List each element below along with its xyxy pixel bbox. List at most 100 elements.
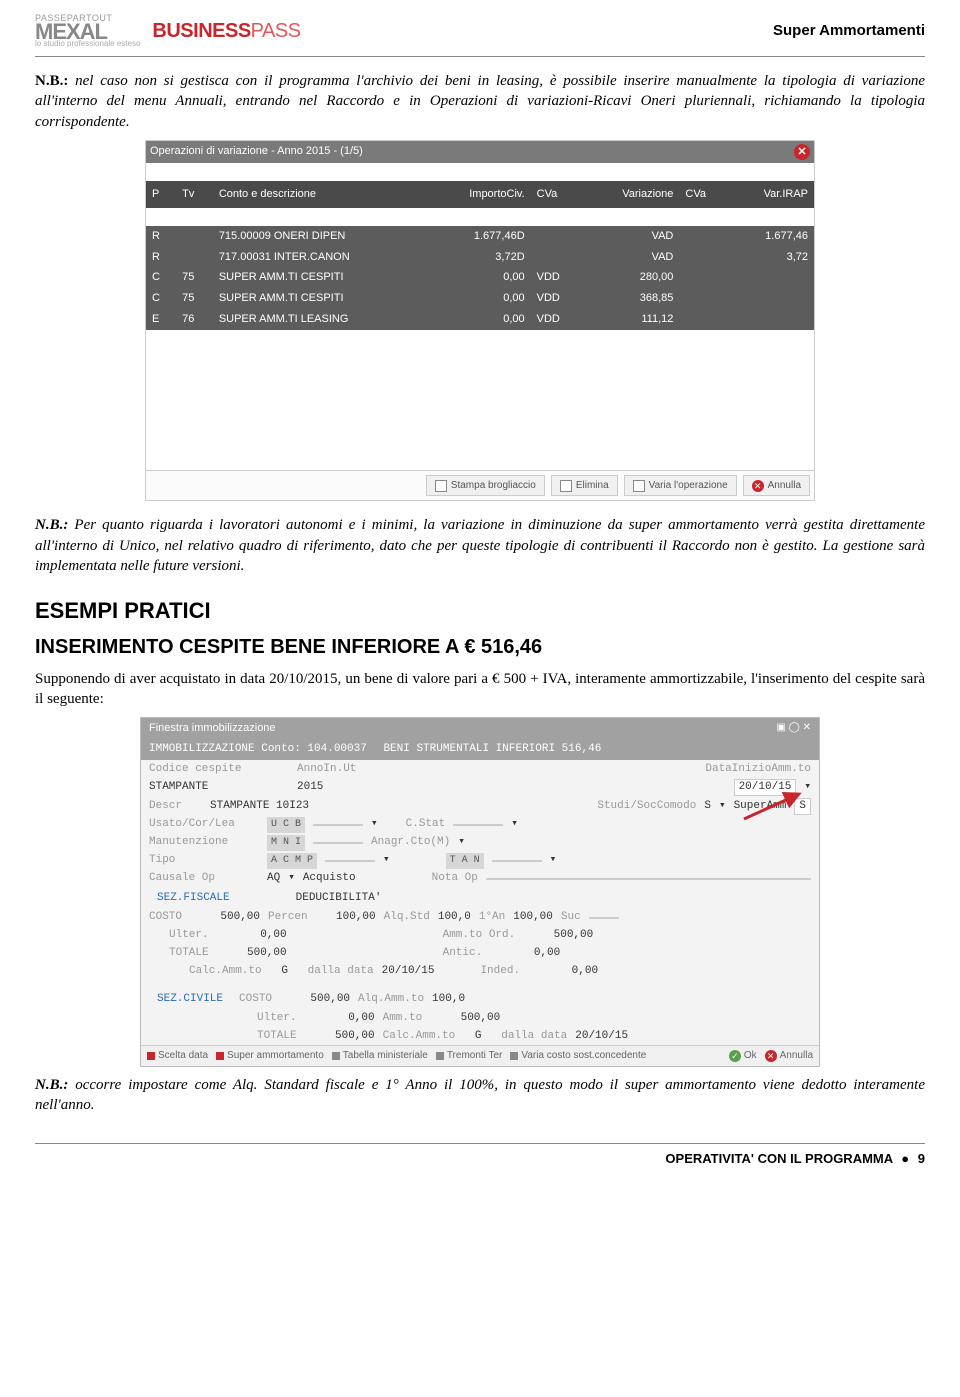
- annulla-button[interactable]: ✕Annulla: [743, 475, 810, 497]
- table-row[interactable]: E76SUPER AMM.TI LEASING0,00VDD111,12: [146, 309, 814, 330]
- val-ulter-civ[interactable]: 0,00: [305, 1011, 375, 1026]
- val-alqstd[interactable]: 100,0: [438, 910, 471, 925]
- input-cstat[interactable]: [453, 824, 503, 826]
- scelta-data-button[interactable]: Scelta data: [147, 1049, 208, 1063]
- val-ammto[interactable]: 500,00: [430, 1011, 500, 1026]
- logo-bp-part2: PASS: [251, 20, 301, 42]
- lbl-calc-civ: Calc.Amm.to: [383, 1029, 456, 1044]
- ss2-header-left: IMMOBILIZZAZIONE Conto: 104.00037: [149, 743, 367, 755]
- val-totale-civ: 500,00: [305, 1029, 375, 1044]
- page-footer: OPERATIVITA' CON IL PROGRAMMA ● 9: [35, 1143, 925, 1168]
- nb2-label: N.B.:: [35, 517, 68, 533]
- val-studi-code[interactable]: S: [704, 799, 711, 814]
- annulla-button[interactable]: ✕Annulla: [765, 1049, 813, 1063]
- heading-esempi: ESEMPI PRATICI: [35, 596, 925, 626]
- lbl-antic: Antic.: [443, 946, 483, 961]
- close-icon[interactable]: ✕: [794, 144, 810, 160]
- lbl-primo: 1°An: [479, 910, 505, 925]
- val-totale: 500,00: [217, 946, 287, 961]
- col-cva: CVa: [531, 181, 584, 208]
- lbl-percen: Percen: [268, 910, 308, 925]
- lbl-codice: Codice cespite: [149, 762, 259, 777]
- lbl-nota: Nota Op: [432, 871, 478, 886]
- val-costo[interactable]: 500,00: [190, 910, 260, 925]
- delete-icon: [560, 480, 572, 492]
- val-inded[interactable]: 0,00: [528, 964, 598, 979]
- val-descr[interactable]: STAMPANTE 10I23: [210, 799, 309, 814]
- val-studi-text: SuperAmm: [734, 799, 787, 814]
- nb3-text: occorre impostare come Alq. Standard fis…: [35, 1077, 925, 1113]
- lbl-dalla-civ: dalla data: [501, 1029, 567, 1044]
- stampa-button[interactable]: Stampa brogliaccio: [426, 475, 545, 497]
- table-row[interactable]: C75SUPER AMM.TI CESPITI0,00VDD280,00: [146, 267, 814, 288]
- lbl-studi: Studi/SocComodo: [597, 799, 696, 814]
- input-usato[interactable]: [313, 824, 363, 826]
- val-antic[interactable]: 0,00: [490, 946, 560, 961]
- input-tan[interactable]: [492, 860, 542, 862]
- input-suc[interactable]: [589, 917, 619, 919]
- dropdown-icon[interactable]: ▾: [804, 780, 811, 795]
- input-manu[interactable]: [313, 842, 363, 844]
- dropdown-icon[interactable]: ▾: [458, 835, 465, 850]
- dropdown-icon[interactable]: ▾: [719, 799, 726, 814]
- table-row[interactable]: C75SUPER AMM.TI CESPITI0,00VDD368,85: [146, 288, 814, 309]
- varia-button[interactable]: Varia l'operazione: [624, 475, 737, 497]
- val-anno[interactable]: 2015: [297, 780, 323, 795]
- paragraph-nb3: N.B.: occorre impostare come Alq. Standa…: [35, 1075, 925, 1116]
- tabella-min-button[interactable]: Tabella ministeriale: [332, 1049, 428, 1063]
- dropdown-icon[interactable]: ▾: [371, 817, 378, 832]
- paragraph-nb1: N.B.: nel caso non si gestisca con il pr…: [35, 71, 925, 132]
- val-ammord[interactable]: 500,00: [523, 928, 593, 943]
- val-dalla-civ[interactable]: 20/10/15: [575, 1029, 628, 1044]
- lbl-suc: Suc: [561, 910, 581, 925]
- dropdown-icon[interactable]: ▾: [550, 853, 557, 868]
- input-tipo[interactable]: [325, 860, 375, 862]
- col-importo: ImportoCiv.: [429, 181, 531, 208]
- cancel-icon: ✕: [752, 480, 764, 492]
- ss2-window-controls[interactable]: ▣ ◯ ✕: [776, 721, 811, 736]
- ss1-footer: Stampa brogliaccio Elimina Varia l'opera…: [146, 470, 814, 501]
- lbl-costo: COSTO: [149, 910, 182, 925]
- val-ulter[interactable]: 0,00: [217, 928, 287, 943]
- heading-inserimento: INSERIMENTO CESPITE BENE INFERIORE A € 5…: [35, 634, 925, 661]
- val-primo[interactable]: 100,00: [513, 910, 553, 925]
- stampa-label: Stampa brogliaccio: [451, 479, 536, 493]
- val-superamm-s[interactable]: S: [794, 798, 811, 815]
- val-causale[interactable]: AQ: [267, 871, 280, 886]
- lbl-totale-civ: TOTALE: [257, 1029, 297, 1044]
- elimina-button[interactable]: Elimina: [551, 475, 618, 497]
- print-icon: [435, 480, 447, 492]
- logo-mexal-sub: lo studio professionale esteso: [35, 41, 140, 48]
- ss1-table: P Tv Conto e descrizione ImportoCiv. CVa…: [146, 163, 814, 470]
- table-row[interactable]: R717.00031 INTER.CANON3,72DVAD3,72: [146, 247, 814, 268]
- val-dalla[interactable]: 20/10/15: [382, 964, 435, 979]
- caps-manu: M N I: [267, 835, 305, 851]
- dropdown-icon[interactable]: ▾: [511, 817, 518, 832]
- val-alqamm[interactable]: 100,0: [432, 992, 465, 1007]
- val-datainizio[interactable]: 20/10/15: [734, 779, 797, 796]
- val-calc-civ[interactable]: G: [463, 1029, 493, 1044]
- dropdown-icon[interactable]: ▾: [288, 871, 295, 886]
- input-nota[interactable]: [486, 878, 811, 880]
- lbl-costo-civ: COSTO: [239, 992, 272, 1007]
- val-costo-civ[interactable]: 500,00: [280, 992, 350, 1007]
- table-row[interactable]: R715.00009 ONERI DIPEN1.677,46DVAD1.677,…: [146, 226, 814, 247]
- lbl-tipo: Tipo: [149, 853, 259, 868]
- ss2-titlebar: Finestra immobilizzazione ▣ ◯ ✕: [141, 718, 819, 739]
- nb2-text: Per quanto riguarda i lavoratori autonom…: [35, 517, 925, 574]
- super-amm-button[interactable]: Super ammortamento: [216, 1049, 324, 1063]
- varia-costo-button[interactable]: Varia costo sost.concedente: [510, 1049, 646, 1063]
- lbl-ulter-civ: Ulter.: [257, 1011, 297, 1026]
- dropdown-icon[interactable]: ▾: [383, 853, 390, 868]
- nb3-label: N.B.:: [35, 1077, 68, 1093]
- col-variazione: Variazione: [584, 181, 679, 208]
- lbl-ammto: Amm.to: [383, 1011, 423, 1026]
- caps-tan: T A N: [446, 853, 484, 869]
- elimina-label: Elimina: [576, 479, 609, 493]
- val-calc[interactable]: G: [270, 964, 300, 979]
- lbl-datainizio: DataInizioAmm.to: [705, 762, 811, 777]
- val-percen[interactable]: 100,00: [316, 910, 376, 925]
- tremonti-button[interactable]: Tremonti Ter: [436, 1049, 503, 1063]
- val-codice[interactable]: STAMPANTE: [149, 780, 259, 795]
- ok-button[interactable]: ✓Ok: [729, 1049, 757, 1063]
